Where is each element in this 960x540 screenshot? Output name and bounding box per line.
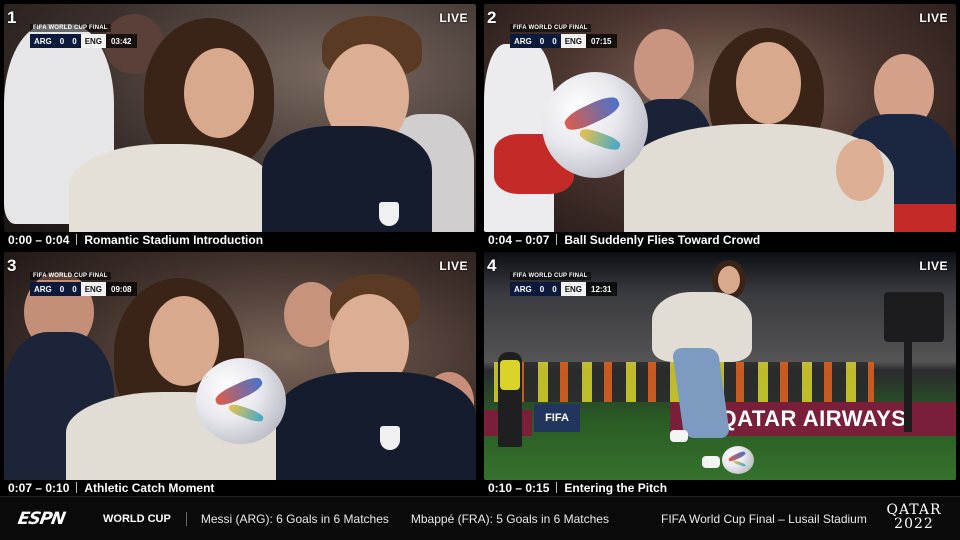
panel-number: 3 [7, 256, 17, 275]
live-badge: LIVE [919, 259, 948, 273]
ticker-label: WORLD CUP [103, 512, 171, 525]
team2-score: 0 [68, 34, 81, 48]
team1-label: ARG [30, 34, 56, 48]
soccer-ball [722, 446, 754, 474]
team2-label: ENG [560, 34, 587, 48]
team2-score: 0 [68, 282, 81, 296]
scorebug-title: FIFA WORLD CUP FINAL [510, 24, 591, 32]
video-grid: 1 LIVE FIFA WORLD CUP FINAL ARG 0 0 ENG … [0, 0, 960, 496]
panel-number: 1 [7, 8, 17, 27]
caption-time: 0:07 – 0:10 [8, 481, 70, 495]
espn-logo: ESPN [16, 508, 67, 529]
ticker-divider [185, 511, 187, 526]
scorebug-title: FIFA WORLD CUP FINAL [510, 272, 591, 280]
team2-label: ENG [560, 282, 587, 296]
video-panel-3[interactable]: 3 LIVE FIFA WORLD CUP FINAL ARG 0 0 ENG … [0, 248, 480, 496]
soccer-ball [196, 358, 286, 444]
caption-title: Athletic Catch Moment [84, 481, 215, 495]
team2-score: 0 [548, 34, 561, 48]
panel-caption: 0:04 – 0:07 Ball Suddenly Flies Toward Cr… [480, 232, 960, 248]
team2-label: ENG [80, 34, 107, 48]
live-badge: LIVE [919, 11, 948, 25]
live-badge: LIVE [439, 11, 468, 25]
caption-title: Romantic Stadium Introduction [84, 233, 264, 247]
soccer-ball [542, 72, 648, 178]
caption-divider [76, 482, 78, 493]
team2-score: 0 [548, 282, 561, 296]
ad-board-fifa: FIFA [534, 404, 580, 432]
team1-score: 0 [535, 34, 549, 48]
team1-label: ARG [510, 34, 536, 48]
match-clock: 09:08 [106, 282, 137, 296]
caption-title: Ball Suddenly Flies Toward Crowd [564, 233, 761, 247]
panel-number: 2 [487, 8, 497, 27]
ticker-item-venue: FIFA World Cup Final – Lusail Stadium [660, 511, 867, 526]
match-clock: 12:31 [586, 282, 617, 296]
team1-label: ARG [510, 282, 536, 296]
video-panel-1[interactable]: 1 LIVE FIFA WORLD CUP FINAL ARG 0 0 ENG … [0, 0, 480, 248]
match-clock: 03:42 [106, 34, 137, 48]
caption-time: 0:10 – 0:15 [488, 481, 550, 495]
team1-label: ARG [30, 282, 56, 296]
scorebug: FIFA WORLD CUP FINAL ARG 0 0 ENG 09:08 [30, 264, 137, 296]
match-clock: 07:15 [586, 34, 617, 48]
team2-label: ENG [80, 282, 107, 296]
team1-score: 0 [55, 34, 69, 48]
news-ticker: ESPN WORLD CUP Messi (ARG): 6 Goals in 6… [0, 496, 960, 540]
scorebug-title: FIFA WORLD CUP FINAL [30, 272, 111, 280]
scorebug-title: FIFA WORLD CUP FINAL [30, 24, 111, 32]
panel-number: 4 [487, 256, 497, 275]
scorebug: FIFA WORLD CUP FINAL ARG 0 0 ENG 07:15 [510, 16, 617, 48]
panel-caption: 0:10 – 0:15 Entering the Pitch [480, 480, 960, 496]
video-panel-2[interactable]: 2 LIVE FIFA WORLD CUP FINAL ARG 0 0 ENG … [480, 0, 960, 248]
caption-title: Entering the Pitch [564, 481, 668, 495]
caption-time: 0:00 – 0:04 [8, 233, 70, 247]
panel-caption: 0:00 – 0:04 Romantic Stadium Introduction [0, 232, 480, 248]
caption-divider [556, 234, 558, 245]
qatar-2022-logo: QATAR 2022 [886, 502, 942, 532]
panel-caption: 0:07 – 0:10 Athletic Catch Moment [0, 480, 480, 496]
caption-divider [76, 234, 78, 245]
caption-time: 0:04 – 0:07 [488, 233, 550, 247]
scorebug: FIFA WORLD CUP FINAL ARG 0 0 ENG 03:42 [30, 16, 137, 48]
ticker-item-mbappe: Mbappé (FRA): 5 Goals in 6 Matches [410, 511, 609, 526]
team1-score: 0 [55, 282, 69, 296]
scorebug: FIFA WORLD CUP FINAL ARG 0 0 ENG 12:31 [510, 264, 617, 296]
live-badge: LIVE [439, 259, 468, 273]
team1-score: 0 [535, 282, 549, 296]
video-panel-4[interactable]: FIFA QATAR AIRWAYS 4 LIVE FIFA WORLD CUP… [480, 248, 960, 496]
ticker-item-messi: Messi (ARG): 6 Goals in 6 Matches [200, 511, 389, 526]
caption-divider [556, 482, 558, 493]
